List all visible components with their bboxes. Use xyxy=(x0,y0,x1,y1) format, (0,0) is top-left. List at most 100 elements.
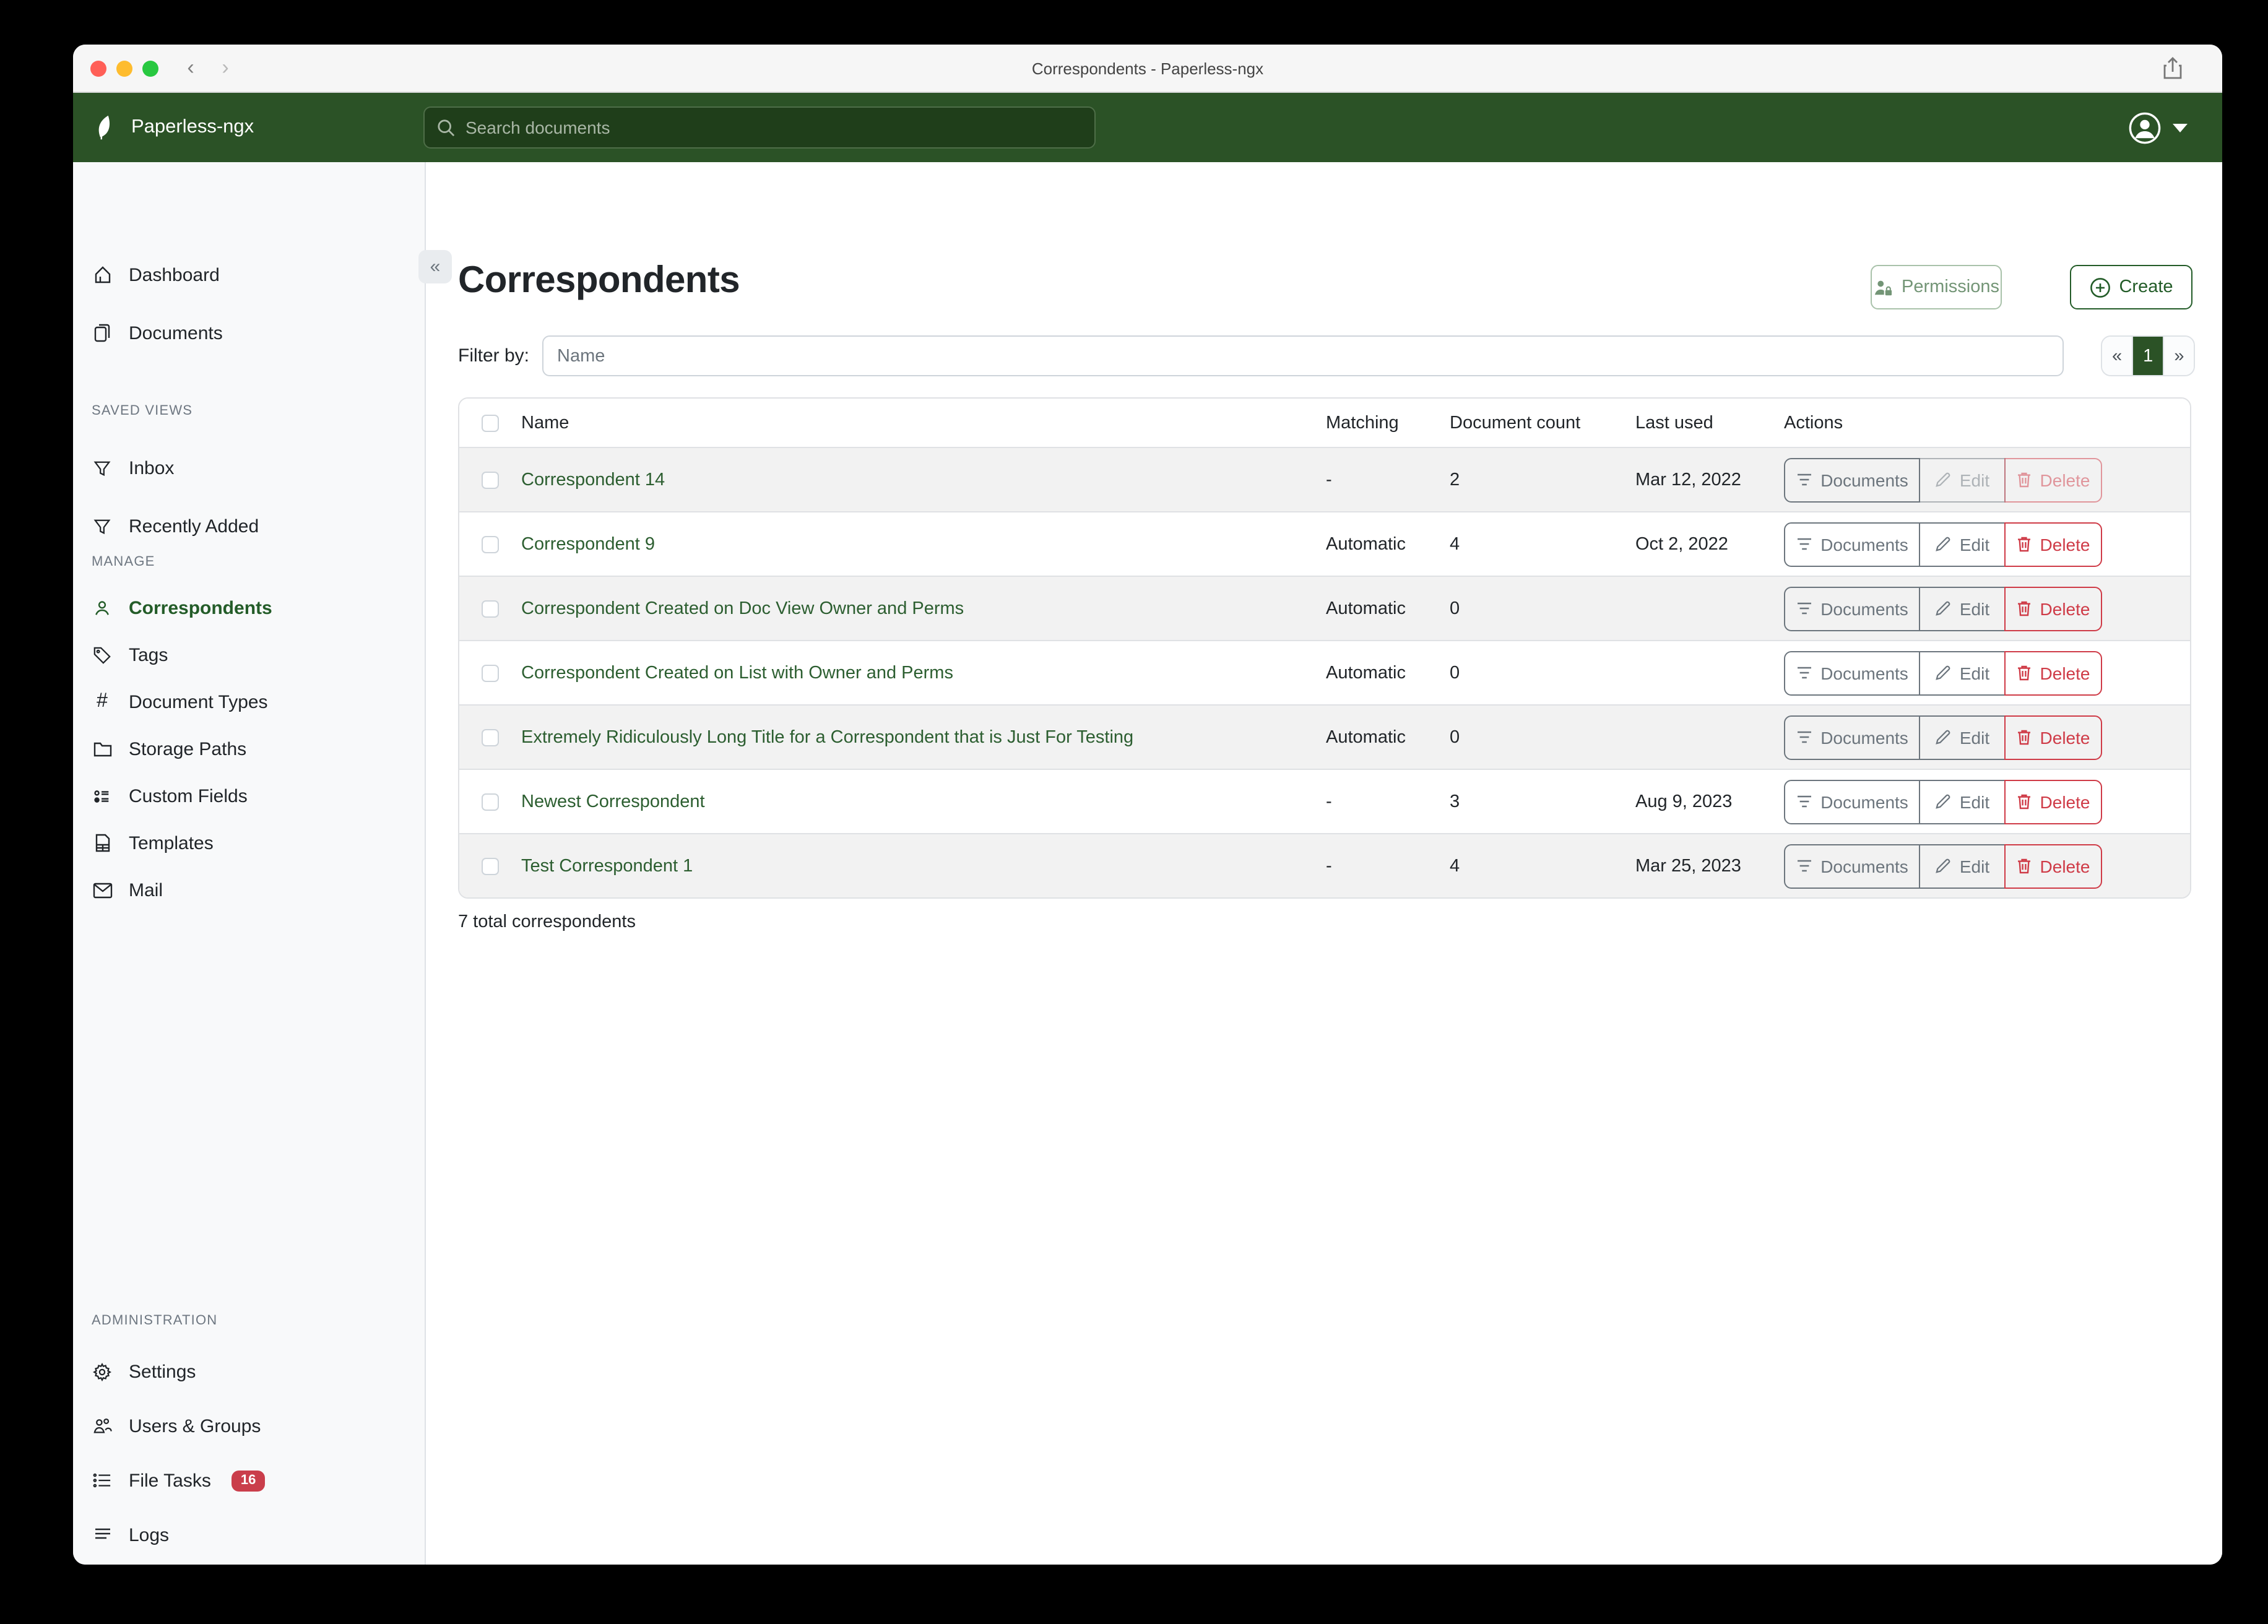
delete-button[interactable]: Delete xyxy=(2004,586,2102,631)
sidebar-item-custom-fields[interactable]: Custom Fields xyxy=(73,777,426,814)
user-menu[interactable] xyxy=(2128,93,2188,162)
column-header-actions: Actions xyxy=(1784,413,2190,433)
name-filter-input[interactable] xyxy=(542,335,2064,376)
sidebar-item-users-groups[interactable]: Users & Groups xyxy=(73,1407,426,1445)
row-checkbox[interactable] xyxy=(482,471,499,488)
sidebar-item-dashboard[interactable]: Dashboard xyxy=(73,256,426,293)
sidebar-item-label: Users & Groups xyxy=(129,1415,261,1436)
edit-button[interactable]: Edit xyxy=(1919,715,2006,759)
search-icon xyxy=(437,118,456,137)
edit-button[interactable]: Edit xyxy=(1919,522,2006,566)
pagination: « 1 » xyxy=(2101,335,2195,376)
correspondent-link[interactable]: Test Correspondent 1 xyxy=(521,856,693,876)
edit-button[interactable]: Edit xyxy=(1919,586,2006,631)
row-checkbox[interactable] xyxy=(482,600,499,617)
documents-button[interactable]: Documents xyxy=(1784,779,1920,824)
correspondent-link[interactable]: Extremely Ridiculously Long Title for a … xyxy=(521,727,1133,747)
page-title: Correspondents xyxy=(458,260,740,302)
documents-button[interactable]: Documents xyxy=(1784,715,1920,759)
app-brand[interactable]: Paperless-ngx xyxy=(93,93,254,162)
sidebar-item-recently-added[interactable]: Recently Added xyxy=(73,508,426,545)
sidebar-item-label: Storage Paths xyxy=(129,738,246,759)
edit-button[interactable]: Edit xyxy=(1919,779,2006,824)
file-icon xyxy=(92,833,113,853)
envelope-icon xyxy=(92,882,113,898)
column-header-document-count[interactable]: Document count xyxy=(1450,413,1635,433)
main-content: Correspondents Permissions Create Filter… xyxy=(427,162,2222,1565)
window-title: Correspondents - Paperless-ngx xyxy=(73,45,2222,93)
titlebar: ‹ › Correspondents - Paperless-ngx xyxy=(73,45,2222,93)
home-icon xyxy=(92,265,113,285)
column-header-last-used[interactable]: Last used xyxy=(1635,413,1784,433)
sidebar-item-templates[interactable]: Templates xyxy=(73,824,426,862)
last-used-cell: Mar 12, 2022 xyxy=(1635,470,1784,490)
correspondent-link[interactable]: Correspondent 14 xyxy=(521,470,665,490)
edit-button[interactable]: Edit xyxy=(1919,844,2006,888)
correspondent-link[interactable]: Correspondent Created on List with Owner… xyxy=(521,663,953,683)
pagination-next-button[interactable]: » xyxy=(2163,337,2194,375)
delete-button[interactable]: Delete xyxy=(2004,844,2102,888)
row-checkbox[interactable] xyxy=(482,728,499,746)
sidebar-item-inbox[interactable]: Inbox xyxy=(73,449,426,486)
folder-icon xyxy=(92,740,113,758)
sidebar-item-settings[interactable]: Settings xyxy=(73,1353,426,1390)
sidebar-item-mail[interactable]: Mail xyxy=(73,871,426,909)
search-input[interactable] xyxy=(465,118,1082,137)
row-checkbox[interactable] xyxy=(482,793,499,810)
select-all-checkbox[interactable] xyxy=(482,414,499,431)
documents-button[interactable]: Documents xyxy=(1784,650,1920,695)
documents-button[interactable]: Documents xyxy=(1784,457,1920,502)
matching-cell: Automatic xyxy=(1326,598,1450,618)
sidebar-item-document-types[interactable]: # Document Types xyxy=(73,683,426,720)
row-checkbox[interactable] xyxy=(482,857,499,875)
sidebar-item-correspondents[interactable]: Correspondents xyxy=(73,589,426,626)
permissions-button-label: Permissions xyxy=(1902,277,1999,297)
edit-button[interactable]: Edit xyxy=(1919,650,2006,695)
create-button[interactable]: Create xyxy=(2070,265,2192,309)
app-window: ‹ › Correspondents - Paperless-ngx Paper… xyxy=(73,45,2222,1565)
table-row: Correspondent Created on Doc View Owner … xyxy=(459,576,2190,640)
sidebar-item-logs[interactable]: Logs xyxy=(73,1516,426,1553)
documents-button[interactable]: Documents xyxy=(1784,844,1920,888)
column-header-matching[interactable]: Matching xyxy=(1326,413,1450,433)
hash-icon: # xyxy=(92,692,113,712)
sidebar-collapse-button[interactable]: « xyxy=(418,250,452,283)
delete-button[interactable]: Delete xyxy=(2004,650,2102,695)
pagination-page-1[interactable]: 1 xyxy=(2132,337,2163,375)
sidebar-item-file-tasks[interactable]: File Tasks 16 xyxy=(73,1462,426,1499)
row-checkbox[interactable] xyxy=(482,535,499,553)
share-icon[interactable] xyxy=(2163,57,2183,80)
sidebar-section-manage: MANAGE xyxy=(92,555,155,569)
delete-button[interactable]: Delete xyxy=(2004,522,2102,566)
permissions-button[interactable]: Permissions xyxy=(1871,265,2002,309)
sidebar-item-label: Correspondents xyxy=(129,597,272,618)
delete-button[interactable]: Delete xyxy=(2004,779,2102,824)
correspondent-link[interactable]: Correspondent Created on Doc View Owner … xyxy=(521,598,964,618)
column-header-name[interactable]: Name xyxy=(521,413,1326,433)
funnel-icon xyxy=(92,459,113,477)
documents-button[interactable]: Documents xyxy=(1784,586,1920,631)
documents-button[interactable]: Documents xyxy=(1784,522,1920,566)
sidebar-item-storage-paths[interactable]: Storage Paths xyxy=(73,730,426,767)
sidebar-item-tags[interactable]: Tags xyxy=(73,636,426,673)
app-brand-label: Paperless-ngx xyxy=(131,116,254,139)
sidebar-item-documents[interactable]: Documents xyxy=(73,314,426,352)
paperless-logo-icon xyxy=(93,114,120,141)
edit-button[interactable]: Edit xyxy=(1919,457,2006,502)
app-navbar: Paperless-ngx xyxy=(73,93,2222,162)
delete-button[interactable]: Delete xyxy=(2004,715,2102,759)
funnel-icon xyxy=(92,517,113,535)
correspondent-link[interactable]: Newest Correspondent xyxy=(521,792,705,811)
total-count-label: 7 total correspondents xyxy=(458,912,636,932)
correspondent-link[interactable]: Correspondent 9 xyxy=(521,534,655,554)
row-checkbox[interactable] xyxy=(482,664,499,681)
chevrons-left-icon: « xyxy=(430,256,441,277)
document-count-cell: 0 xyxy=(1450,598,1635,618)
sidebar-item-label: Documents xyxy=(129,322,223,343)
gear-icon xyxy=(92,1362,113,1381)
pagination-prev-button[interactable]: « xyxy=(2102,337,2132,375)
sidebar-item-label: Mail xyxy=(129,879,163,901)
delete-button[interactable]: Delete xyxy=(2004,457,2102,502)
sidebar-item-label: Inbox xyxy=(129,457,174,478)
sidebar-item-label: Document Types xyxy=(129,691,268,712)
